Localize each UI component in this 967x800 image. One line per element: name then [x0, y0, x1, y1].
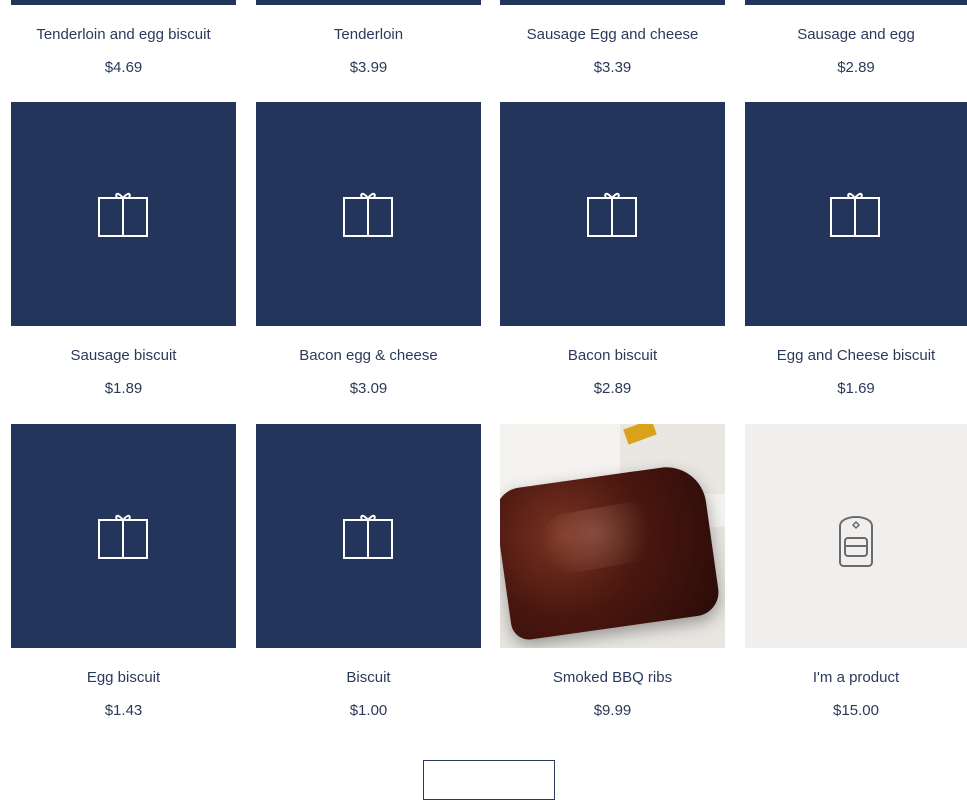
product-name[interactable]: Sausage Egg and cheese	[500, 26, 725, 43]
gift-icon	[586, 192, 637, 237]
product-image[interactable]	[745, 0, 967, 5]
product-price: $2.89	[593, 380, 632, 397]
product-name[interactable]: Tenderloin	[256, 26, 481, 43]
load-more-button[interactable]	[423, 760, 555, 800]
product-image[interactable]	[11, 424, 236, 648]
product-image[interactable]	[256, 424, 481, 648]
product-image[interactable]	[500, 0, 725, 5]
product-image[interactable]	[745, 424, 967, 648]
product-image[interactable]	[745, 102, 967, 326]
backpack-icon	[839, 516, 873, 567]
product-name[interactable]: Bacon biscuit	[500, 347, 725, 364]
ribs-photo	[500, 424, 725, 648]
product-image[interactable]	[11, 102, 236, 326]
product-price: $2.89	[837, 59, 875, 76]
product-price: $1.43	[104, 702, 143, 719]
product-name[interactable]: Sausage biscuit	[11, 347, 236, 364]
gift-icon	[342, 514, 393, 559]
product-price: $3.99	[349, 59, 388, 76]
gift-icon	[830, 192, 880, 237]
product-name[interactable]: Egg and Cheese biscuit	[745, 347, 967, 364]
product-price: $4.69	[104, 59, 143, 76]
product-name[interactable]: Bacon egg & cheese	[256, 347, 481, 364]
gift-icon	[97, 192, 148, 237]
product-price: $15.00	[833, 702, 879, 719]
product-price: $9.99	[593, 702, 632, 719]
gift-icon	[97, 514, 148, 559]
product-name[interactable]: Tenderloin and egg biscuit	[11, 26, 236, 43]
product-name[interactable]: Sausage and egg	[745, 26, 967, 43]
product-name[interactable]: Egg biscuit	[11, 669, 236, 686]
product-name[interactable]: Smoked BBQ ribs	[500, 669, 725, 686]
product-name[interactable]: I'm a product	[745, 669, 967, 686]
product-price: $3.09	[349, 380, 388, 397]
gift-icon	[342, 192, 393, 237]
product-price: $1.00	[349, 702, 388, 719]
product-price: $1.89	[104, 380, 143, 397]
product-image[interactable]	[11, 0, 236, 5]
product-price: $3.39	[593, 59, 632, 76]
product-image[interactable]	[500, 102, 725, 326]
product-image[interactable]	[500, 424, 725, 648]
product-image[interactable]	[256, 0, 481, 5]
product-name[interactable]: Biscuit	[256, 669, 481, 686]
product-image[interactable]	[256, 102, 481, 326]
product-price: $1.69	[837, 380, 875, 397]
